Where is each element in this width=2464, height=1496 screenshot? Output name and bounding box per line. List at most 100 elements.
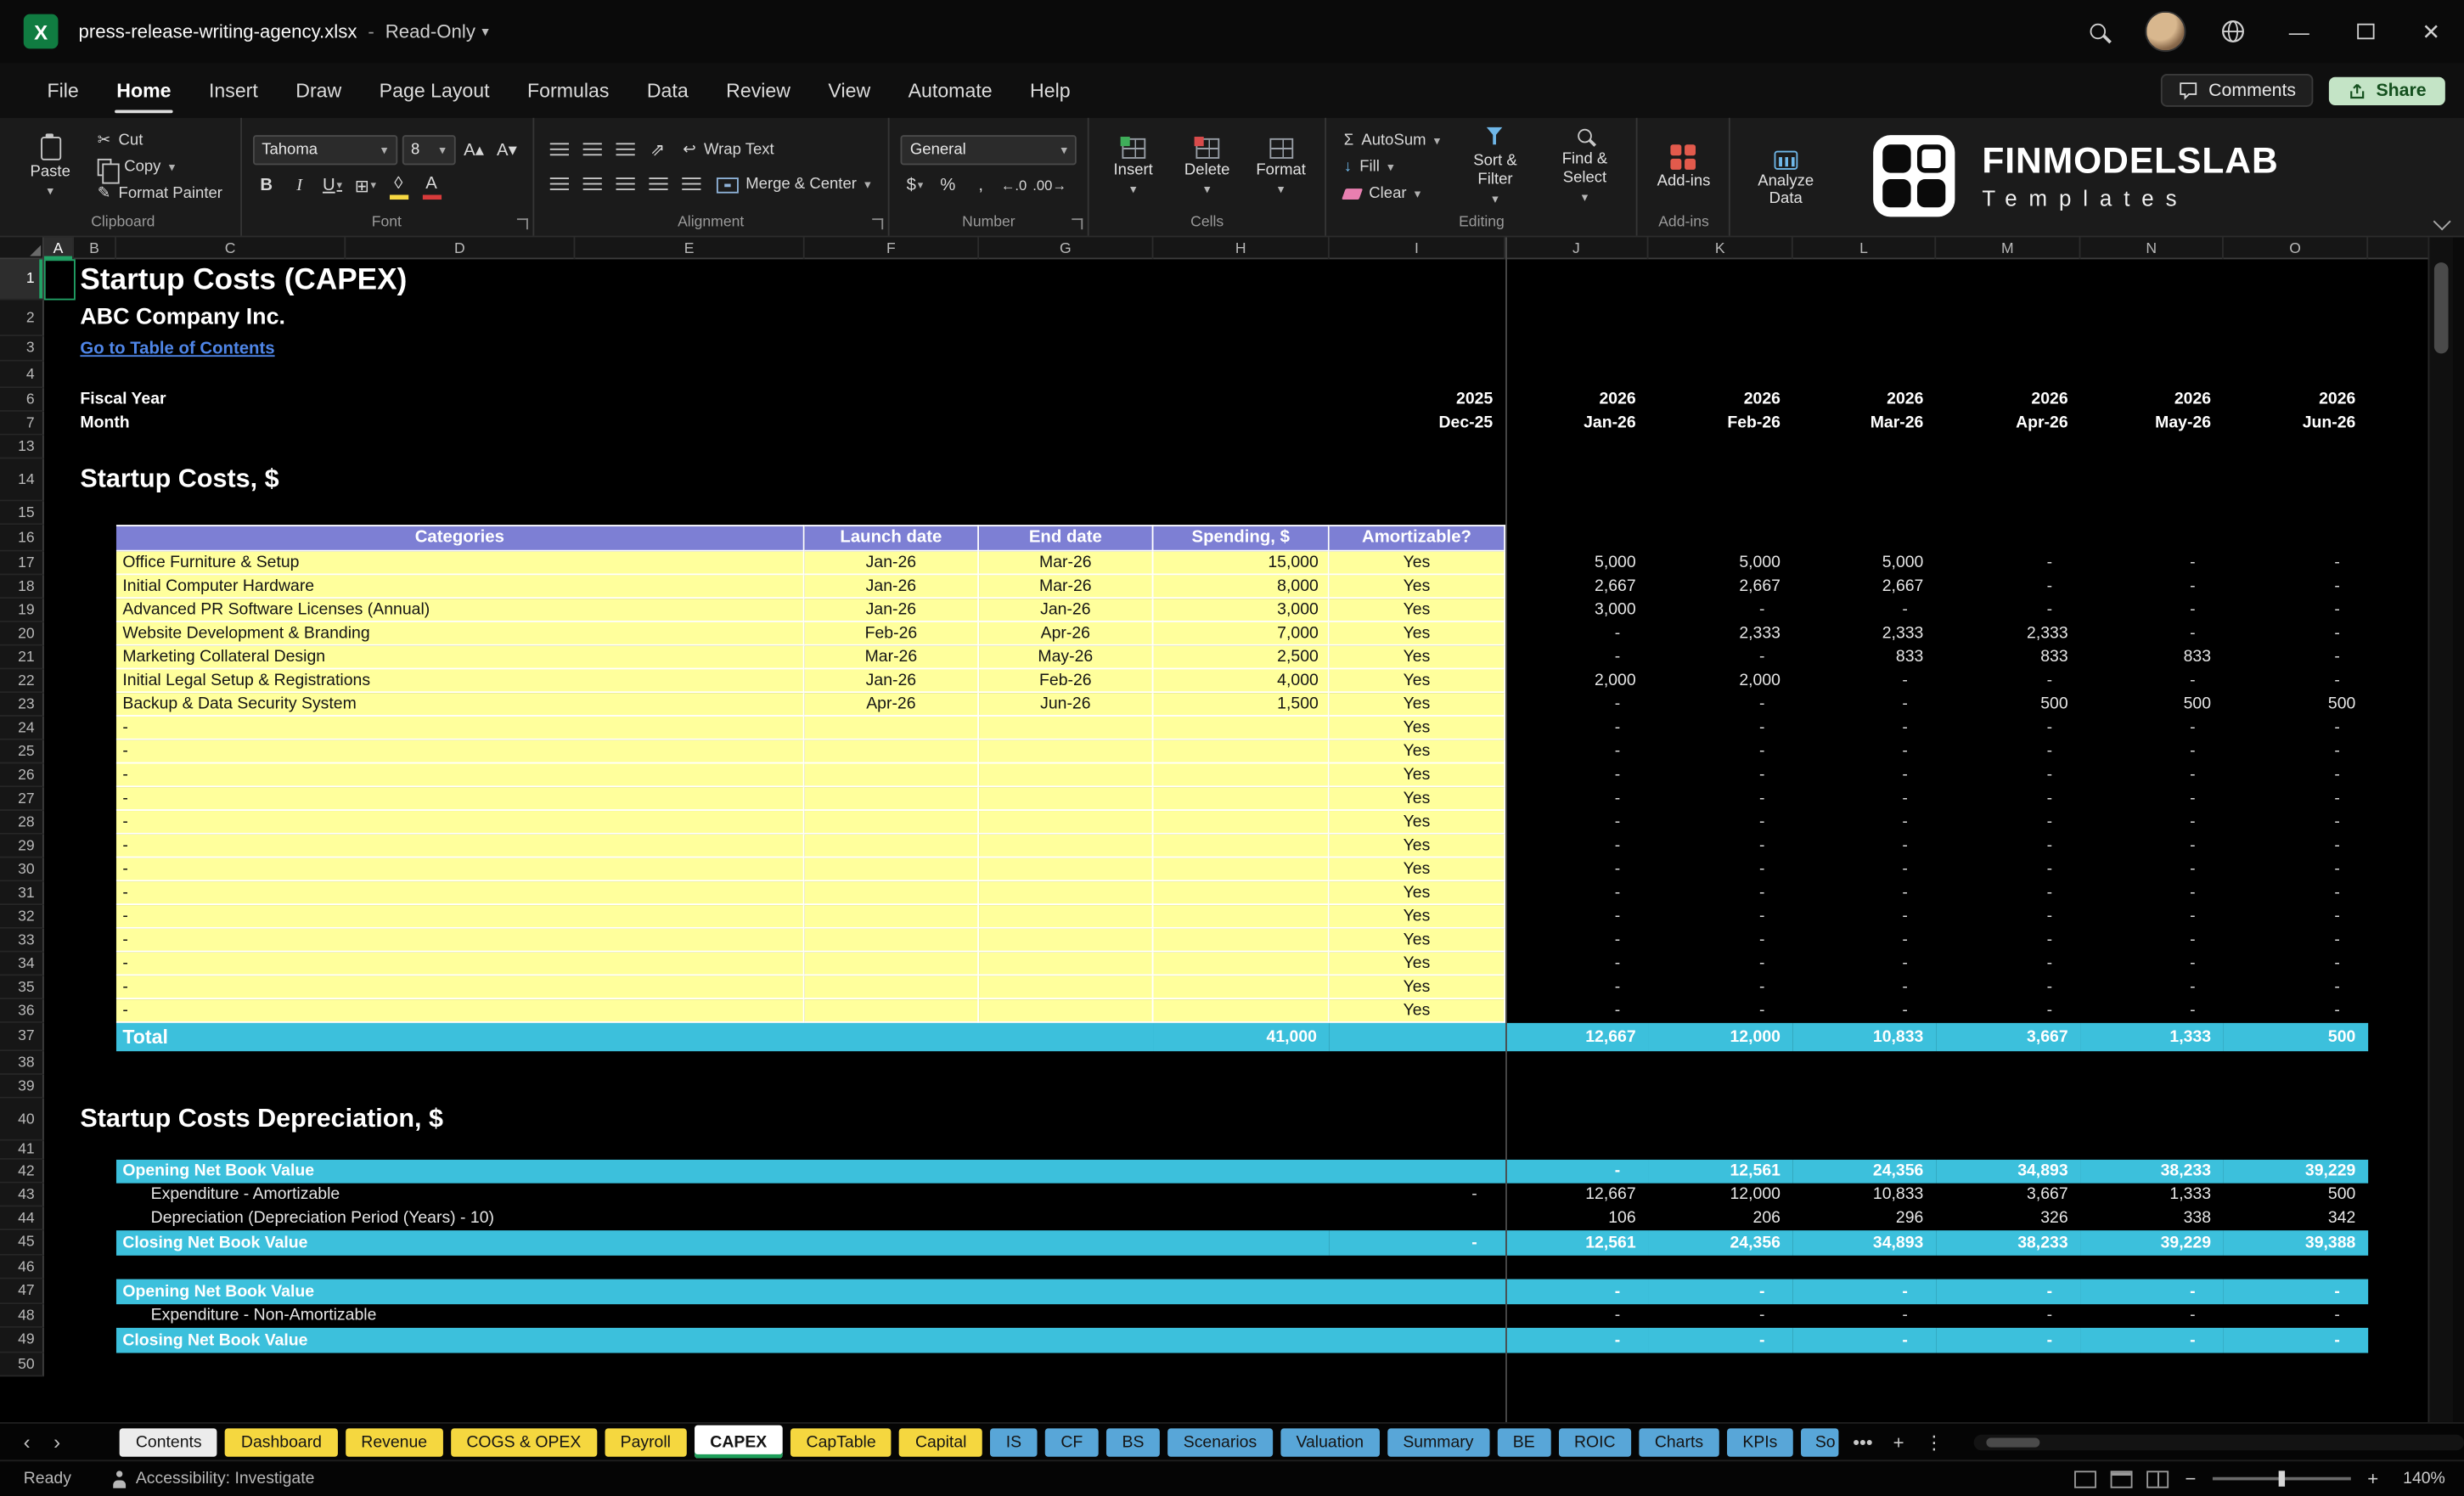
font-name-select[interactable]: Tahoma ▾ (252, 135, 397, 166)
row-header-48[interactable]: 48 (0, 1304, 44, 1328)
cell-J26[interactable]: - (1505, 763, 1648, 787)
row-header-23[interactable]: 23 (0, 693, 44, 717)
menu-review[interactable]: Review (707, 63, 809, 118)
cell-C44[interactable]: Depreciation (Depreciation Period (Years… (116, 1206, 1330, 1230)
percent-style-button[interactable]: % (934, 172, 962, 200)
cell-H21[interactable]: 2,500 (1153, 645, 1330, 670)
cell-B7[interactable]: Month (74, 412, 346, 436)
menu-view[interactable]: View (809, 63, 889, 118)
cell-K27[interactable]: - (1648, 787, 1792, 811)
decrease-decimal-button[interactable]: .00→ (1032, 172, 1066, 200)
column-header-B[interactable]: B (74, 237, 116, 260)
cell-F20[interactable]: Feb-26 (804, 621, 980, 646)
cell-C21[interactable]: Marketing Collateral Design (115, 645, 805, 670)
tab-overflow-button[interactable]: ••• (1847, 1431, 1879, 1453)
cell-O26[interactable]: - (2224, 763, 2368, 787)
row-header-16[interactable]: 16 (0, 525, 44, 552)
sheet-tab-capital[interactable]: Capital (899, 1427, 982, 1456)
cell-I18[interactable]: Yes (1329, 575, 1506, 599)
cell-K20[interactable]: 2,333 (1648, 622, 1792, 646)
cell-O23[interactable]: 500 (2224, 693, 2368, 717)
cell-L37[interactable]: 10,833 (1792, 1022, 1937, 1052)
collapse-ribbon-button[interactable] (2433, 212, 2451, 231)
cell-L42[interactable]: 24,356 (1792, 1159, 1937, 1184)
cell-H33[interactable] (1153, 928, 1330, 953)
cell-C34[interactable]: - (115, 952, 805, 976)
cell-F25[interactable] (804, 740, 980, 764)
row-header-29[interactable]: 29 (0, 834, 44, 858)
column-header-M[interactable]: M (1936, 237, 2081, 260)
row-header-43[interactable]: 43 (0, 1183, 44, 1207)
cell-I19[interactable]: Yes (1329, 599, 1506, 622)
row-header-47[interactable]: 47 (0, 1279, 44, 1305)
cell-C37[interactable]: Total (115, 1022, 1154, 1052)
cell-N18[interactable]: - (2080, 575, 2223, 599)
cell-L34[interactable]: - (1793, 953, 1936, 976)
cell-B14[interactable]: Startup Costs, $ (74, 458, 805, 501)
sheet-tab-payroll[interactable]: Payroll (605, 1427, 687, 1456)
cell-O34[interactable]: - (2224, 953, 2368, 976)
cell-L44[interactable]: 296 (1793, 1206, 1936, 1230)
orientation-button[interactable]: ⇗ (644, 136, 672, 164)
cell-J45[interactable]: 12,561 (1505, 1230, 1649, 1256)
cell-M35[interactable]: - (1936, 976, 2080, 999)
fill-button[interactable]: ↓ Fill ▾ (1337, 155, 1446, 179)
cell-J7[interactable]: Jan-26 (1505, 412, 1648, 436)
cell-K30[interactable]: - (1648, 858, 1792, 882)
cell-N35[interactable]: - (2080, 976, 2223, 999)
cell-F21[interactable]: Mar-26 (804, 645, 980, 670)
addins-button[interactable]: Add-ins (1649, 139, 1718, 195)
underline-button[interactable]: U ▾ (318, 172, 346, 200)
cell-J27[interactable]: - (1505, 787, 1648, 811)
cell-G33[interactable] (979, 928, 1154, 953)
cell-O6[interactable]: 2026 (2224, 388, 2368, 412)
cell-N42[interactable]: 38,233 (2080, 1159, 2224, 1184)
cell-K22[interactable]: 2,000 (1648, 669, 1792, 693)
cell-N45[interactable]: 39,229 (2080, 1230, 2224, 1256)
cell-K42[interactable]: 12,561 (1648, 1159, 1793, 1184)
cell-L6[interactable]: 2026 (1793, 388, 1936, 412)
cell-C23[interactable]: Backup & Data Security System (115, 693, 805, 717)
cell-I16[interactable]: Amortizable? (1329, 525, 1506, 552)
cell-L31[interactable]: - (1793, 881, 1936, 905)
cell-J18[interactable]: 2,667 (1505, 575, 1648, 599)
cell-I32[interactable]: Yes (1329, 905, 1506, 929)
cell-L26[interactable]: - (1793, 763, 1936, 787)
cell-L25[interactable]: - (1793, 740, 1936, 764)
cell-N7[interactable]: May-26 (2080, 412, 2223, 436)
share-button[interactable]: Share (2328, 76, 2445, 105)
cell-O25[interactable]: - (2224, 740, 2368, 764)
cell-G26[interactable] (979, 763, 1154, 788)
cell-F24[interactable] (804, 716, 980, 740)
cell-J28[interactable]: - (1505, 811, 1648, 835)
borders-button[interactable]: ⊞ ▾ (352, 172, 380, 200)
row-header-40[interactable]: 40 (0, 1098, 44, 1141)
cell-K17[interactable]: 5,000 (1648, 552, 1792, 576)
row-header-17[interactable]: 17 (0, 551, 44, 576)
merge-center-button[interactable]: Merge & Center ▾ (710, 173, 877, 197)
row-header-45[interactable]: 45 (0, 1230, 44, 1256)
cell-N27[interactable]: - (2080, 787, 2223, 811)
cell-B40[interactable]: Startup Costs Depreciation, $ (74, 1099, 805, 1141)
cell-C29[interactable]: - (115, 834, 805, 858)
cell-M33[interactable]: - (1936, 929, 2080, 953)
cell-C18[interactable]: Initial Computer Hardware (115, 575, 805, 599)
row-header-19[interactable]: 19 (0, 599, 44, 622)
cell-M37[interactable]: 3,667 (1936, 1022, 2081, 1052)
cell-G23[interactable]: Jun-26 (979, 693, 1154, 717)
cell-L20[interactable]: 2,333 (1793, 622, 1936, 646)
row-header-25[interactable]: 25 (0, 740, 44, 764)
menu-automate[interactable]: Automate (889, 63, 1010, 118)
column-header-A[interactable]: A (43, 237, 74, 260)
sheet-tab-be[interactable]: BE (1497, 1427, 1551, 1456)
row-header-41[interactable]: 41 (0, 1140, 44, 1160)
cell-J25[interactable]: - (1505, 740, 1648, 764)
row-header-31[interactable]: 31 (0, 881, 44, 906)
cell-L18[interactable]: 2,667 (1793, 575, 1936, 599)
search-button[interactable] (2065, 0, 2131, 63)
column-header-K[interactable]: K (1648, 237, 1793, 260)
cell-H29[interactable] (1153, 834, 1330, 858)
cell-L49[interactable]: - (1792, 1327, 1937, 1353)
row-header-30[interactable]: 30 (0, 858, 44, 882)
cell-M24[interactable]: - (1936, 717, 2080, 740)
